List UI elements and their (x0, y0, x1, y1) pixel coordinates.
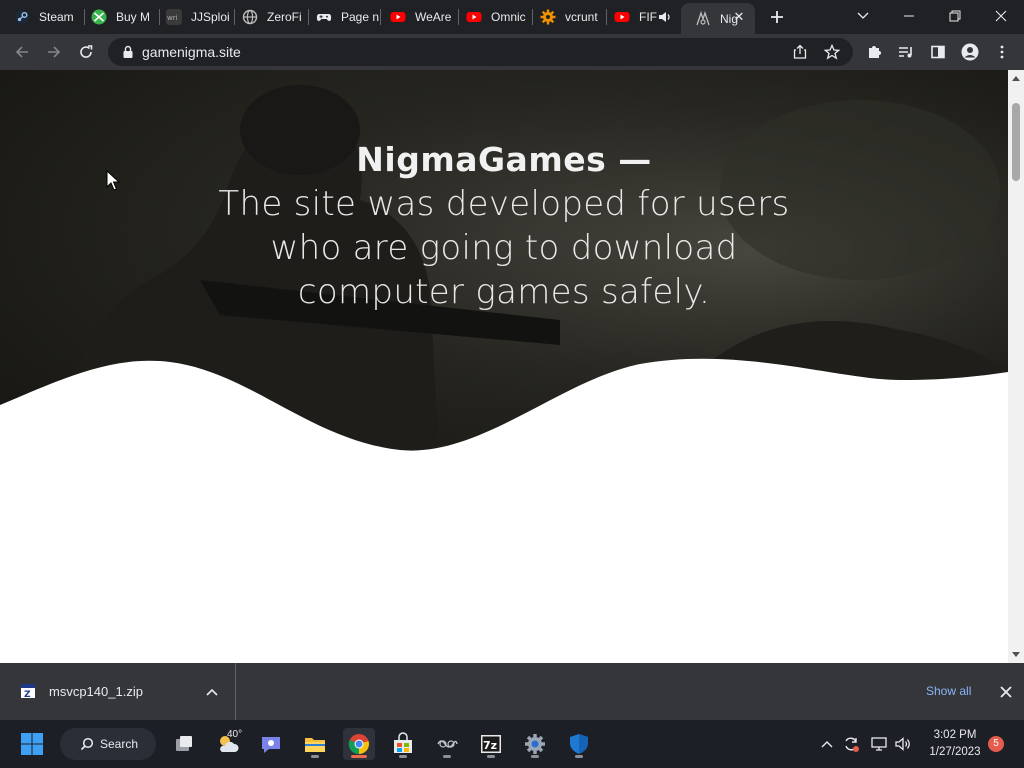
extensions-puzzle-icon[interactable] (862, 40, 886, 64)
scroll-up-arrow-icon[interactable] (1008, 70, 1024, 86)
hero-heading: NigmaGames — The site was developed for … (204, 138, 804, 314)
teams-chat-icon[interactable] (255, 728, 287, 760)
tab-fifa[interactable]: FIF (600, 3, 680, 31)
chrome-icon[interactable] (343, 728, 375, 760)
youtube-icon (466, 9, 482, 25)
download-item[interactable]: Z msvcp140_1.zip (0, 663, 236, 720)
volume-icon[interactable] (893, 734, 913, 754)
hero-tagline: The site was developed for users who are… (218, 184, 790, 312)
clock-time: 3:02 PM (933, 729, 977, 741)
show-all-downloads-link[interactable]: Show all (926, 663, 971, 720)
browser-toolbar: gamenigma.site (0, 34, 1024, 70)
forward-button[interactable] (42, 40, 66, 64)
scroll-thumb[interactable] (1012, 103, 1020, 181)
network-icon[interactable] (869, 734, 889, 754)
speaker-icon[interactable] (658, 9, 672, 25)
media-queue-icon[interactable] (894, 40, 918, 64)
tab-vcrunt[interactable]: vcrunt (526, 3, 606, 31)
gear-orange-icon (540, 9, 556, 25)
svg-text:7z: 7z (483, 739, 497, 752)
chevron-up-icon[interactable] (203, 683, 221, 701)
taskbar-search-button[interactable]: Search (60, 728, 156, 760)
tab-title: FIF (639, 10, 657, 24)
clock-date: 1/27/2023 (929, 746, 981, 758)
7zip-icon[interactable]: 7z (475, 728, 507, 760)
show-hidden-icons-chevron-icon[interactable] (817, 734, 837, 754)
minimize-button[interactable] (886, 0, 932, 32)
browser-tab-strip: Steam Buy M wri JJSploi ZeroFi Page n We… (0, 0, 1024, 34)
windows-start-icon[interactable] (16, 728, 48, 760)
task-view-icon[interactable] (168, 728, 200, 760)
zip-file-icon: Z (20, 683, 36, 700)
svg-text:Z: Z (24, 690, 31, 699)
tab-page[interactable]: Page n (302, 3, 380, 31)
address-text[interactable]: gamenigma.site (142, 38, 241, 66)
close-download-bar-icon[interactable] (996, 682, 1016, 702)
steam-icon (14, 9, 30, 25)
reload-button[interactable] (74, 40, 98, 64)
restore-button[interactable] (932, 0, 978, 32)
sync-status-icon[interactable] (841, 734, 861, 754)
tab-title: Steam (39, 10, 74, 24)
mouse-cursor-icon (106, 170, 120, 191)
taskbar-clock[interactable]: 3:02 PM 1/27/2023 (920, 727, 990, 761)
tab-title: JJSploi (191, 10, 230, 24)
search-icon (80, 737, 94, 751)
microsoft-store-icon[interactable] (387, 728, 419, 760)
share-icon[interactable] (792, 44, 808, 60)
tab-jjsploit[interactable]: wri JJSploi (152, 3, 234, 31)
wave-divider (0, 358, 1008, 663)
tab-nigmagames[interactable]: Nig ✕ (681, 3, 755, 34)
tab-buy-microsoft[interactable]: Buy M (77, 3, 159, 31)
tab-title: Buy M (116, 10, 151, 24)
weather-temperature: 40° (227, 729, 243, 740)
tab-zerofi[interactable]: ZeroFi (228, 3, 308, 31)
close-window-button[interactable] (978, 0, 1024, 32)
browser-menu-icon[interactable] (990, 40, 1014, 64)
tab-weare[interactable]: WeAre (376, 3, 458, 31)
tab-title: vcrunt (565, 10, 598, 24)
back-button[interactable] (10, 40, 34, 64)
youtube-icon (390, 9, 406, 25)
tab-omnic[interactable]: Omnic (452, 3, 532, 31)
side-panel-icon[interactable] (926, 40, 950, 64)
gaming-app-icon[interactable] (431, 728, 463, 760)
tab-search-chevron-icon[interactable] (840, 0, 886, 32)
settings-gear-icon[interactable] (519, 728, 551, 760)
scroll-down-arrow-icon[interactable] (1008, 647, 1024, 663)
windows-security-shield-icon[interactable] (563, 728, 595, 760)
lock-icon[interactable] (120, 44, 136, 60)
tab-title: Page n (341, 10, 380, 24)
tab-steam[interactable]: Steam (0, 3, 84, 31)
youtube-icon (614, 9, 630, 25)
address-bar[interactable]: gamenigma.site (108, 38, 853, 66)
profile-avatar-icon[interactable] (958, 40, 982, 64)
windows-taskbar: Search 40° 7z 3:02 PM 1/27/2023 5 (0, 720, 1024, 768)
svg-text:wri: wri (167, 14, 178, 22)
bookmark-star-icon[interactable] (823, 43, 841, 60)
nigma-icon (695, 10, 711, 27)
globe-icon (242, 9, 258, 25)
tab-title: Omnic (491, 10, 526, 24)
xbox-icon (91, 9, 107, 25)
download-file-name: msvcp140_1.zip (49, 684, 143, 699)
brand-name: NigmaGames — (356, 140, 652, 179)
page-viewport[interactable]: NigmaGames — The site was developed for … (0, 70, 1008, 663)
tab-title: WeAre (415, 10, 452, 24)
page-scrollbar[interactable] (1008, 70, 1024, 663)
tab-title: ZeroFi (267, 10, 302, 24)
notification-badge[interactable]: 5 (988, 736, 1004, 752)
jjsploit-icon: wri (166, 9, 182, 25)
search-label: Search (100, 737, 139, 751)
tab-close-icon[interactable]: ✕ (731, 9, 747, 25)
file-explorer-icon[interactable] (299, 728, 331, 760)
new-tab-button[interactable] (765, 5, 789, 29)
download-bar: Z msvcp140_1.zip Show all (0, 663, 1024, 720)
gamepad-icon (316, 9, 332, 25)
